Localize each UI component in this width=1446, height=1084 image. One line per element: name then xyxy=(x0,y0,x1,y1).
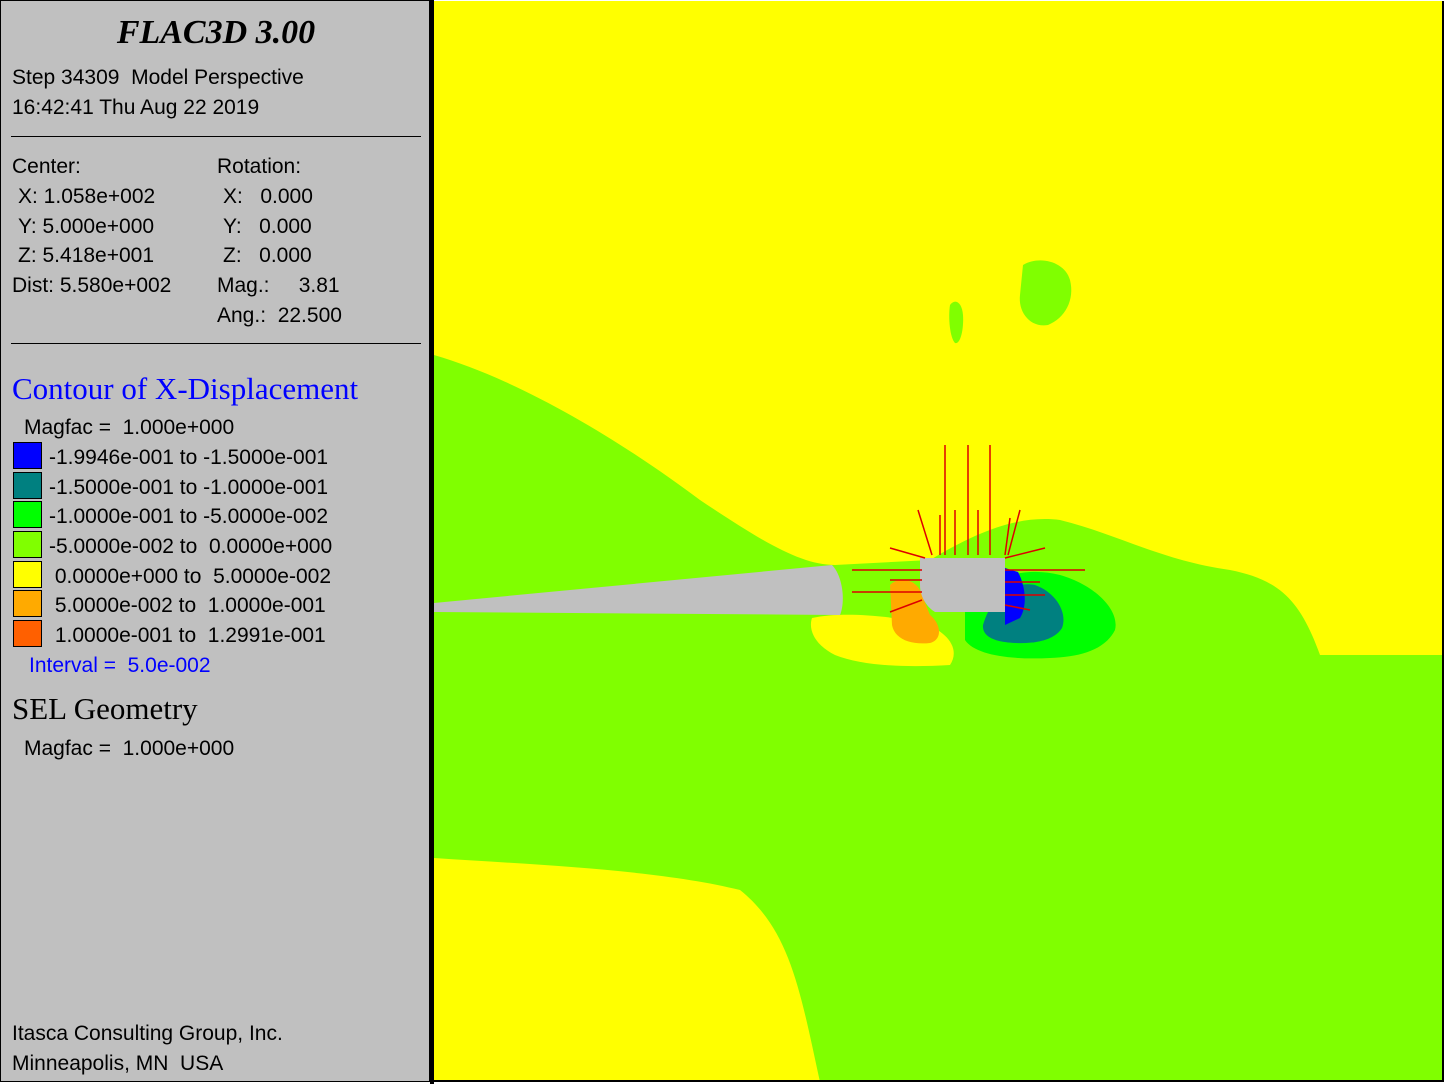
legend-swatch xyxy=(13,620,42,647)
tunnel-face xyxy=(920,558,1005,612)
contour-interval: Interval = 5.0e-002 xyxy=(29,654,211,677)
center-x: X: 1.058e+002 xyxy=(18,185,156,208)
rotation-y: Y: 0.000 xyxy=(223,215,312,238)
timestamp: 16:42:41 Thu Aug 22 2019 xyxy=(12,96,260,119)
sel-heading: SEL Geometry xyxy=(12,691,198,726)
center-z: Z: 5.418e+001 xyxy=(18,244,155,267)
app-title: FLAC3D 3.00 xyxy=(116,14,316,51)
legend-label: 5.0000e-002 to 1.0000e-001 xyxy=(49,594,326,617)
legend-swatch xyxy=(13,501,42,528)
rotation-ang: Ang.: 22.500 xyxy=(217,304,342,327)
contour-magfac: Magfac = 1.000e+000 xyxy=(24,416,235,439)
legend-swatch xyxy=(13,472,42,499)
legend-label: -1.9946e-001 to -1.5000e-001 xyxy=(49,446,329,469)
legend-swatch xyxy=(13,442,42,469)
center-y: Y: 5.000e+000 xyxy=(18,215,155,238)
legend-swatch xyxy=(13,531,42,558)
legend-label: -1.0000e-001 to -5.0000e-002 xyxy=(49,505,329,528)
rotation-mag: Mag.: 3.81 xyxy=(217,274,340,297)
legend-label: 1.0000e-001 to 1.2991e-001 xyxy=(49,624,326,647)
legend-swatch xyxy=(13,561,42,588)
rotation-label: Rotation: xyxy=(217,155,302,178)
legend-label: 0.0000e+000 to 5.0000e-002 xyxy=(49,565,332,588)
sel-magfac: Magfac = 1.000e+000 xyxy=(24,737,235,760)
rotation-x: X: 0.000 xyxy=(223,185,313,208)
company-location: Minneapolis, MN USA xyxy=(12,1052,224,1075)
info-panel: FLAC3D 3.00 Step 34309 Model Perspective… xyxy=(0,0,430,1082)
divider xyxy=(11,136,421,137)
contour-heading: Contour of X-Displacement xyxy=(12,371,359,406)
rotation-z: Z: 0.000 xyxy=(223,244,312,267)
center-dist: Dist: 5.580e+002 xyxy=(12,274,172,297)
legend-label: -5.0000e-002 to 0.0000e+000 xyxy=(49,535,333,558)
contour-plot xyxy=(434,1,1442,1080)
model-viewport[interactable] xyxy=(434,1,1444,1082)
legend-label: -1.5000e-001 to -1.0000e-001 xyxy=(49,476,329,499)
company-name: Itasca Consulting Group, Inc. xyxy=(12,1022,283,1045)
flac3d-window: FLAC3D 3.00 Step 34309 Model Perspective… xyxy=(0,0,1446,1084)
step-line: Step 34309 Model Perspective xyxy=(12,66,304,89)
legend-swatch xyxy=(13,590,42,617)
divider xyxy=(11,343,421,344)
center-label: Center: xyxy=(12,155,81,178)
